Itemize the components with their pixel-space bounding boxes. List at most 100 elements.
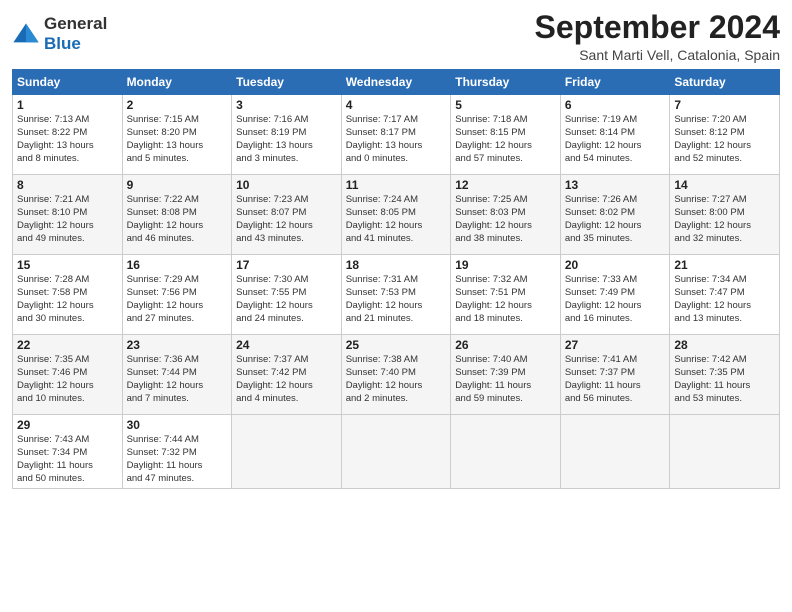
calendar-cell: 3 Sunrise: 7:16 AM Sunset: 8:19 PM Daylig… [232,95,342,175]
day-number: 22 [17,338,118,352]
day-number: 1 [17,98,118,112]
calendar-cell: 15 Sunrise: 7:28 AM Sunset: 7:58 PM Dayli… [13,255,123,335]
day-number: 7 [674,98,775,112]
day-info: Sunrise: 7:19 AM Sunset: 8:14 PM Dayligh… [565,114,666,165]
header-day-friday: Friday [560,70,670,95]
day-number: 3 [236,98,337,112]
day-info: Sunrise: 7:32 AM Sunset: 7:51 PM Dayligh… [455,274,556,325]
day-number: 5 [455,98,556,112]
day-info: Sunrise: 7:43 AM Sunset: 7:34 PM Dayligh… [17,434,118,485]
calendar-cell: 24Sunrise: 7:37 AM Sunset: 7:42 PM Dayli… [232,335,342,415]
day-info: Sunrise: 7:44 AM Sunset: 7:32 PM Dayligh… [127,434,228,485]
day-info: Sunrise: 7:16 AM Sunset: 8:19 PM Dayligh… [236,114,337,165]
calendar-cell [341,415,451,489]
calendar-cell: 10 Sunrise: 7:23 AM Sunset: 8:07 PM Dayli… [232,175,342,255]
day-info: Sunrise: 7:24 AM Sunset: 8:05 PM Dayligh… [346,194,447,245]
calendar-cell: 29 Sunrise: 7:43 AM Sunset: 7:34 PM Dayli… [13,415,123,489]
day-info: Sunrise: 7:20 AM Sunset: 8:12 PM Dayligh… [674,114,775,165]
calendar-cell: 4 Sunrise: 7:17 AM Sunset: 8:17 PM Daylig… [341,95,451,175]
day-number: 17 [236,258,337,272]
calendar-cell: 25 Sunrise: 7:38 AM Sunset: 7:40 PM Dayli… [341,335,451,415]
day-info: Sunrise: 7:21 AM Sunset: 8:10 PM Dayligh… [17,194,118,245]
day-number: 21 [674,258,775,272]
day-info: Sunrise: 7:31 AM Sunset: 7:53 PM Dayligh… [346,274,447,325]
day-number: 9 [127,178,228,192]
day-number: 29 [17,418,118,432]
day-number: 24 [236,338,337,352]
calendar-cell: 11 Sunrise: 7:24 AM Sunset: 8:05 PM Dayli… [341,175,451,255]
header-day-tuesday: Tuesday [232,70,342,95]
logo-icon [12,20,40,48]
day-number: 25 [346,338,447,352]
header-day-sunday: Sunday [13,70,123,95]
page: General Blue September 2024 Sant Marti V… [0,0,792,612]
day-number: 13 [565,178,666,192]
calendar-cell [451,415,561,489]
calendar-cell: 17 Sunrise: 7:30 AM Sunset: 7:55 PM Dayli… [232,255,342,335]
day-info: Sunrise: 7:30 AM Sunset: 7:55 PM Dayligh… [236,274,337,325]
calendar-cell: 23 Sunrise: 7:36 AM Sunset: 7:44 PM Dayli… [122,335,232,415]
header-row: SundayMondayTuesdayWednesdayThursdayFrid… [13,70,780,95]
calendar-cell: 5Sunrise: 7:18 AM Sunset: 8:15 PM Daylig… [451,95,561,175]
day-info: Sunrise: 7:33 AM Sunset: 7:49 PM Dayligh… [565,274,666,325]
day-number: 15 [17,258,118,272]
header-day-saturday: Saturday [670,70,780,95]
calendar-cell: 26 Sunrise: 7:40 AM Sunset: 7:39 PM Dayli… [451,335,561,415]
logo-text: General Blue [44,14,107,53]
calendar-cell: 20 Sunrise: 7:33 AM Sunset: 7:49 PM Dayli… [560,255,670,335]
calendar-cell: 28 Sunrise: 7:42 AM Sunset: 7:35 PM Dayli… [670,335,780,415]
day-info: Sunrise: 7:25 AM Sunset: 8:03 PM Dayligh… [455,194,556,245]
logo: General Blue [12,14,107,53]
day-info: Sunrise: 7:41 AM Sunset: 7:37 PM Dayligh… [565,354,666,405]
calendar-cell: 1 Sunrise: 7:13 AM Sunset: 8:22 PM Daylig… [13,95,123,175]
calendar-cell: 30Sunrise: 7:44 AM Sunset: 7:32 PM Dayli… [122,415,232,489]
header-day-thursday: Thursday [451,70,561,95]
day-number: 23 [127,338,228,352]
day-info: Sunrise: 7:34 AM Sunset: 7:47 PM Dayligh… [674,274,775,325]
day-info: Sunrise: 7:27 AM Sunset: 8:00 PM Dayligh… [674,194,775,245]
calendar-cell: 6Sunrise: 7:19 AM Sunset: 8:14 PM Daylig… [560,95,670,175]
calendar-cell: 22 Sunrise: 7:35 AM Sunset: 7:46 PM Dayli… [13,335,123,415]
day-number: 28 [674,338,775,352]
calendar-table: SundayMondayTuesdayWednesdayThursdayFrid… [12,69,780,489]
day-info: Sunrise: 7:23 AM Sunset: 8:07 PM Dayligh… [236,194,337,245]
month-title: September 2024 [535,10,780,45]
day-info: Sunrise: 7:35 AM Sunset: 7:46 PM Dayligh… [17,354,118,405]
header: General Blue September 2024 Sant Marti V… [12,10,780,63]
calendar-cell [232,415,342,489]
calendar-cell: 16 Sunrise: 7:29 AM Sunset: 7:56 PM Dayli… [122,255,232,335]
day-number: 26 [455,338,556,352]
day-number: 18 [346,258,447,272]
header-day-monday: Monday [122,70,232,95]
title-block: September 2024 Sant Marti Vell, Cataloni… [535,10,780,63]
calendar-cell: 7 Sunrise: 7:20 AM Sunset: 8:12 PM Daylig… [670,95,780,175]
calendar-cell: 13 Sunrise: 7:26 AM Sunset: 8:02 PM Dayli… [560,175,670,255]
day-info: Sunrise: 7:28 AM Sunset: 7:58 PM Dayligh… [17,274,118,325]
day-info: Sunrise: 7:40 AM Sunset: 7:39 PM Dayligh… [455,354,556,405]
day-number: 14 [674,178,775,192]
calendar-cell: 14 Sunrise: 7:27 AM Sunset: 8:00 PM Dayli… [670,175,780,255]
day-info: Sunrise: 7:17 AM Sunset: 8:17 PM Dayligh… [346,114,447,165]
day-info: Sunrise: 7:26 AM Sunset: 8:02 PM Dayligh… [565,194,666,245]
day-number: 4 [346,98,447,112]
day-number: 20 [565,258,666,272]
day-number: 16 [127,258,228,272]
day-number: 10 [236,178,337,192]
day-info: Sunrise: 7:36 AM Sunset: 7:44 PM Dayligh… [127,354,228,405]
calendar-cell: 2 Sunrise: 7:15 AM Sunset: 8:20 PM Daylig… [122,95,232,175]
day-info: Sunrise: 7:15 AM Sunset: 8:20 PM Dayligh… [127,114,228,165]
day-info: Sunrise: 7:13 AM Sunset: 8:22 PM Dayligh… [17,114,118,165]
day-info: Sunrise: 7:29 AM Sunset: 7:56 PM Dayligh… [127,274,228,325]
day-info: Sunrise: 7:38 AM Sunset: 7:40 PM Dayligh… [346,354,447,405]
calendar-cell [670,415,780,489]
header-day-wednesday: Wednesday [341,70,451,95]
calendar-cell: 21 Sunrise: 7:34 AM Sunset: 7:47 PM Dayli… [670,255,780,335]
calendar-cell: 18 Sunrise: 7:31 AM Sunset: 7:53 PM Dayli… [341,255,451,335]
location-subtitle: Sant Marti Vell, Catalonia, Spain [535,47,780,63]
day-number: 11 [346,178,447,192]
day-number: 8 [17,178,118,192]
day-number: 2 [127,98,228,112]
day-info: Sunrise: 7:42 AM Sunset: 7:35 PM Dayligh… [674,354,775,405]
calendar-cell: 27Sunrise: 7:41 AM Sunset: 7:37 PM Dayli… [560,335,670,415]
calendar-cell: 12Sunrise: 7:25 AM Sunset: 8:03 PM Dayli… [451,175,561,255]
